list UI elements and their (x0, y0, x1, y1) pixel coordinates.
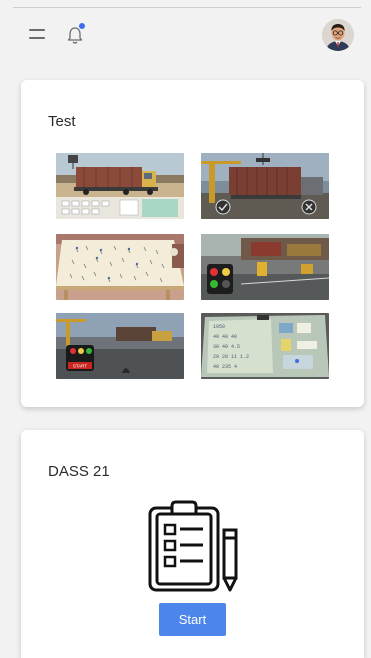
board-line-1: 1950 (213, 324, 225, 330)
avatar[interactable] (322, 19, 354, 51)
dass21-card: DASS 21 Start (21, 430, 364, 658)
notification-dot (79, 23, 85, 29)
truck-container-scene-thumbnail[interactable] (56, 153, 184, 219)
traffic-light-scene-thumbnail[interactable] (201, 234, 329, 300)
test-card-title: Test (48, 113, 76, 130)
start-button[interactable]: Start (159, 603, 226, 636)
board-line-3: 30 40 4.5 (213, 344, 240, 350)
port-start-scene-thumbnail[interactable]: START (56, 313, 184, 379)
board-line-4: 29 28 11 1.2 (213, 354, 249, 360)
dass21-card-title: DASS 21 (48, 463, 110, 480)
blueprint-board-scene-thumbnail[interactable]: 1950 40 40 40 30 40 4.5 29 28 11 1.2 40 … (201, 313, 329, 379)
table-markers-scene-thumbnail[interactable] (56, 234, 184, 300)
clipboard-checklist-icon (148, 500, 238, 592)
board-line-5: 40 235 4 (213, 364, 237, 370)
crane-container-scene-thumbnail[interactable] (201, 153, 329, 219)
test-card: Test START 1950 40 40 40 30 40 4.5 29 28… (21, 80, 364, 407)
menu-icon[interactable] (29, 29, 45, 39)
thumb-start-text: START (73, 364, 88, 369)
board-line-2: 40 40 40 (213, 334, 237, 340)
app-header (0, 0, 371, 70)
